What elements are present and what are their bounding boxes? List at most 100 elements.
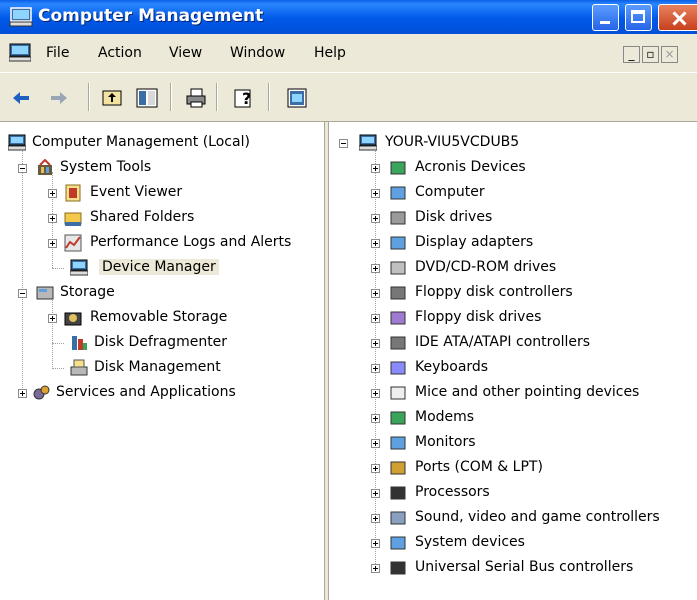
expand-toggle[interactable] bbox=[48, 239, 57, 248]
toolbar: ? bbox=[0, 72, 697, 122]
expand-toggle[interactable] bbox=[371, 464, 380, 473]
device-category-icon bbox=[390, 361, 406, 375]
expand-toggle[interactable] bbox=[371, 414, 380, 423]
expand-toggle[interactable] bbox=[371, 164, 380, 173]
device-category-icon bbox=[390, 186, 406, 200]
device-category-label: IDE ATA/ATAPI controllers bbox=[415, 334, 591, 350]
device-category-icon bbox=[390, 561, 406, 575]
close-button[interactable] bbox=[658, 4, 697, 31]
console-tree-pane[interactable]: Computer Management (Local) System Tools… bbox=[0, 122, 325, 600]
expand-toggle[interactable] bbox=[371, 364, 380, 373]
device-category-label: Floppy disk controllers bbox=[415, 284, 573, 300]
expand-toggle[interactable] bbox=[371, 439, 380, 448]
device-category-icon bbox=[390, 386, 406, 400]
child-minimize-button[interactable]: _ bbox=[623, 46, 640, 63]
help-icon[interactable]: ? bbox=[233, 87, 255, 109]
computer-icon bbox=[359, 134, 377, 151]
event-viewer-icon bbox=[65, 184, 81, 202]
device-category-icon bbox=[390, 286, 406, 300]
expand-toggle[interactable] bbox=[371, 264, 380, 273]
expand-toggle[interactable] bbox=[371, 389, 380, 398]
device-category-icon bbox=[390, 461, 406, 475]
tree-item-label: Event Viewer bbox=[90, 184, 183, 200]
device-category-label: Universal Serial Bus controllers bbox=[415, 559, 634, 575]
device-category-label: Acronis Devices bbox=[415, 159, 526, 175]
tree-item-label: Disk Management bbox=[94, 359, 221, 375]
properties-icon[interactable] bbox=[286, 87, 308, 109]
menu-help[interactable]: Help bbox=[314, 45, 346, 61]
device-category-label: Ports (COM & LPT) bbox=[415, 459, 543, 475]
show-hide-tree-icon[interactable] bbox=[136, 87, 158, 109]
tree-item-label: Shared Folders bbox=[90, 209, 195, 225]
device-category-label: Processors bbox=[415, 484, 490, 500]
device-tree-root-label: YOUR-VIU5VCDUB5 bbox=[385, 134, 520, 150]
console-icon[interactable] bbox=[9, 43, 31, 62]
device-category-icon bbox=[390, 211, 406, 225]
window-title: Computer Management bbox=[38, 6, 264, 26]
collapse-toggle[interactable] bbox=[18, 289, 27, 298]
performance-logs-icon bbox=[64, 234, 82, 252]
device-category-label: System devices bbox=[415, 534, 525, 550]
tree-item-label: Services and Applications bbox=[56, 384, 236, 400]
expand-toggle[interactable] bbox=[371, 289, 380, 298]
device-category-icon bbox=[390, 511, 406, 525]
removable-storage-icon bbox=[64, 312, 82, 326]
tree-item-label: Disk Defragmenter bbox=[94, 334, 228, 350]
shared-folder-icon bbox=[64, 212, 82, 226]
device-category-label: Modems bbox=[415, 409, 475, 425]
device-category-label: Keyboards bbox=[415, 359, 489, 375]
child-restore-button[interactable]: ▫ bbox=[642, 46, 659, 63]
device-manager-icon bbox=[70, 259, 88, 276]
device-tree-pane[interactable]: YOUR-VIU5VCDUB5 Acronis Devices Computer D… bbox=[328, 122, 697, 600]
expand-toggle[interactable] bbox=[371, 314, 380, 323]
expand-toggle[interactable] bbox=[48, 214, 57, 223]
computer-management-icon bbox=[9, 7, 33, 27]
expand-toggle[interactable] bbox=[371, 339, 380, 348]
tree-item-label: System Tools bbox=[60, 159, 152, 175]
device-category-label: Computer bbox=[415, 184, 485, 200]
menu-action[interactable]: Action bbox=[98, 45, 142, 61]
storage-icon bbox=[36, 286, 54, 300]
expand-toggle[interactable] bbox=[18, 389, 27, 398]
tree-item-label: Device Manager bbox=[99, 259, 219, 275]
back-arrow-icon[interactable] bbox=[10, 87, 32, 109]
tree-item-label: Storage bbox=[60, 284, 115, 300]
print-icon[interactable] bbox=[185, 87, 207, 109]
expand-toggle[interactable] bbox=[371, 189, 380, 198]
device-category-label: Sound, video and game controllers bbox=[415, 509, 660, 525]
collapse-toggle[interactable] bbox=[339, 139, 348, 148]
device-category-icon bbox=[390, 336, 406, 350]
svg-text:?: ? bbox=[242, 89, 251, 108]
computer-icon bbox=[8, 134, 26, 151]
child-close-button[interactable]: × bbox=[661, 46, 678, 63]
forward-arrow-icon[interactable] bbox=[48, 87, 70, 109]
device-category-icon bbox=[390, 536, 406, 550]
menu-view[interactable]: View bbox=[169, 45, 202, 61]
expand-toggle[interactable] bbox=[48, 314, 57, 323]
device-category-label: DVD/CD-ROM drives bbox=[415, 259, 557, 275]
maximize-button[interactable] bbox=[625, 4, 652, 31]
expand-toggle[interactable] bbox=[371, 564, 380, 573]
collapse-toggle[interactable] bbox=[18, 164, 27, 173]
tree-root-label: Computer Management (Local) bbox=[32, 134, 250, 150]
minimize-button[interactable] bbox=[592, 4, 619, 31]
device-category-icon bbox=[390, 436, 406, 450]
expand-toggle[interactable] bbox=[371, 489, 380, 498]
expand-toggle[interactable] bbox=[371, 539, 380, 548]
device-category-icon bbox=[390, 261, 406, 275]
device-category-label: Disk drives bbox=[415, 209, 493, 225]
expand-toggle[interactable] bbox=[371, 214, 380, 223]
up-folder-icon[interactable] bbox=[101, 87, 123, 109]
device-category-label: Display adapters bbox=[415, 234, 534, 250]
expand-toggle[interactable] bbox=[371, 239, 380, 248]
menu-file[interactable]: File bbox=[46, 45, 69, 61]
expand-toggle[interactable] bbox=[371, 514, 380, 523]
device-category-icon bbox=[390, 311, 406, 325]
tree-item-label: Removable Storage bbox=[90, 309, 228, 325]
tree-item-label: Performance Logs and Alerts bbox=[90, 234, 292, 250]
expand-toggle[interactable] bbox=[48, 189, 57, 198]
menu-window[interactable]: Window bbox=[230, 45, 285, 61]
system-tools-icon bbox=[38, 159, 52, 175]
device-category-icon bbox=[390, 161, 406, 175]
title-bar[interactable]: Computer Management bbox=[0, 0, 697, 34]
